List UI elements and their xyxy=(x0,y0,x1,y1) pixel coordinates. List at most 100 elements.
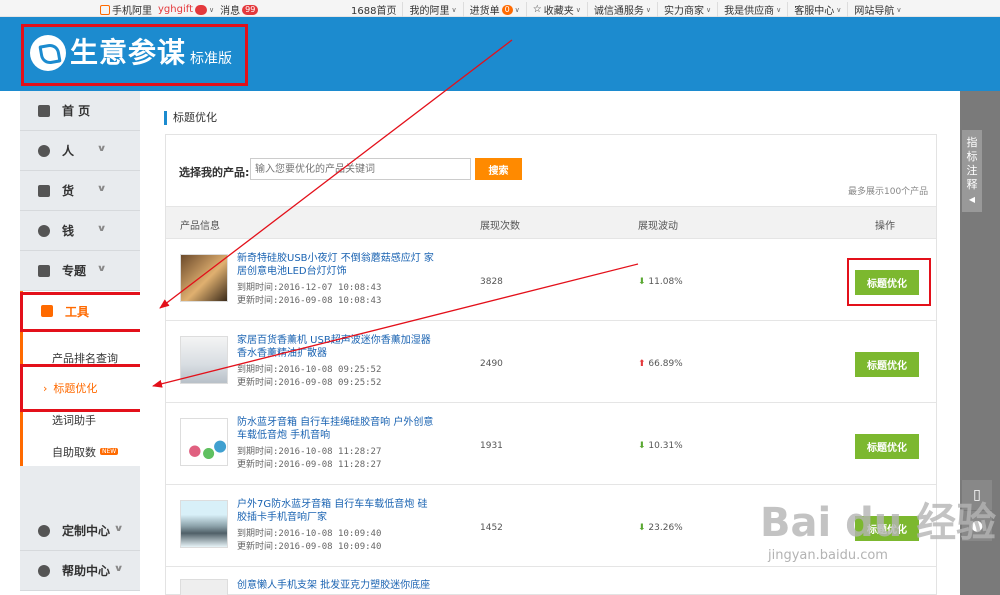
expire-time: 到期时间:2016-12-07 10:08:43 xyxy=(237,283,382,293)
sidebar-item-label: 货 xyxy=(62,184,75,198)
message-count-badge: 99 xyxy=(242,4,259,15)
sidebar-item-custom-center[interactable]: 定制中心 ∨ xyxy=(20,511,140,551)
annotation-frame-logo xyxy=(21,24,248,86)
baidu-watermark: Bai du 经验 xyxy=(760,500,997,546)
annotation-frame-tools xyxy=(20,292,152,332)
search-button[interactable]: 搜索 xyxy=(475,158,522,180)
product-search-input[interactable] xyxy=(250,158,471,180)
chevron-down-icon: ∨ xyxy=(113,524,124,534)
trend-value: ⬇ 23.26% xyxy=(638,523,683,533)
new-badge: NEW xyxy=(100,448,119,455)
product-title-link[interactable]: 防水蓝牙音箱 自行车挂绳硅胶音响 户外创意车载低音炮 手机音响 xyxy=(237,416,437,442)
baidu-watermark-url: jingyan.baidu.com xyxy=(768,548,888,563)
mobile-alibaba-link[interactable]: 手机阿里 xyxy=(100,2,152,17)
impressions-value: 2490 xyxy=(480,359,503,369)
help-icon xyxy=(38,564,50,577)
table-row: 创意懒人手机支架 批发亚克力塑胶迷你底座 xyxy=(166,567,936,595)
chevron-down-icon: ∨ xyxy=(514,5,520,14)
chevron-down-icon: ∨ xyxy=(451,5,457,14)
chevron-down-icon: ∨ xyxy=(209,5,215,14)
nav-1688-home[interactable]: 1688首页 xyxy=(345,2,404,17)
table-row: 新奇特硅胶USB小夜灯 不倒翁蘑菇感应灯 家居创意电池LED台灯灯饰 到期时间:… xyxy=(166,239,936,321)
chevron-down-icon: ∨ xyxy=(896,5,902,14)
sidebar-item-label: 钱 xyxy=(62,224,75,238)
nav-cart-label: 进货单 xyxy=(469,6,500,17)
annotation-frame-title-optimization xyxy=(20,364,150,412)
nav-supplier-label: 我是供应商 xyxy=(724,6,775,17)
home-icon xyxy=(38,104,50,117)
sidebar-item-topic[interactable]: 专题 ∨ xyxy=(20,251,140,291)
chevron-down-icon: ∨ xyxy=(96,264,107,274)
title-optimize-button[interactable]: 标题优化 xyxy=(855,434,919,459)
arrow-up-icon: ⬆ xyxy=(638,359,646,369)
sidebar-item-money[interactable]: 钱 ∨ xyxy=(20,211,140,251)
product-thumbnail[interactable] xyxy=(180,418,228,466)
nav-my-alibaba-label: 我的阿里 xyxy=(409,6,450,17)
sidebar-item-people[interactable]: 人 ∨ xyxy=(20,131,140,171)
chevron-down-icon: ∨ xyxy=(575,5,581,14)
chevron-down-icon: ∨ xyxy=(96,144,107,154)
product-thumbnail[interactable] xyxy=(180,336,228,384)
caret-left-icon: ◀ xyxy=(968,195,976,204)
max-products-note: 最多展示100个产品 xyxy=(848,187,929,197)
nav-power-merchant[interactable]: 实力商家 ∨ xyxy=(658,2,719,17)
annotation-frame-optimize-button xyxy=(847,258,931,306)
trend-percent: 66.89% xyxy=(648,359,683,369)
sidebar-item-home[interactable]: 首 页 xyxy=(20,91,140,131)
product-title-link[interactable]: 家居百货香薰机 USB超声波迷你香薰加湿器 香水香薰精油扩散器 xyxy=(237,334,437,360)
update-time: 更新时间:2016-09-08 10:08:43 xyxy=(237,296,382,306)
expire-time: 到期时间:2016-10-08 11:28:27 xyxy=(237,447,382,457)
product-thumbnail[interactable] xyxy=(180,579,228,595)
column-header-trend: 展现波动 xyxy=(638,221,678,232)
product-title-link[interactable]: 户外7G防水蓝牙音箱 自行车车载低音炮 硅胶插卡手机音响厂家 xyxy=(237,498,437,524)
arrow-down-icon: ⬇ xyxy=(638,441,646,451)
arrow-down-icon: ⬇ xyxy=(638,277,646,287)
top-bar: 手机阿里 yghgift ∨ 消息 99 1688首页 我的阿里 ∨ 进货单 0 ∨ ☆ 收… xyxy=(0,0,1000,17)
metric-notes-tab[interactable]: 指标注释 ◀ xyxy=(962,130,982,212)
messages-label: 消息 xyxy=(220,6,241,17)
messages-link[interactable]: 消息 99 xyxy=(220,2,259,17)
username-link[interactable]: yghgift ∨ xyxy=(158,4,214,15)
column-header-impressions: 展现次数 xyxy=(480,221,520,232)
nav-cart[interactable]: 进货单 0 ∨ xyxy=(464,2,527,17)
level-badge-icon xyxy=(195,4,207,15)
sidebar-item-help-center[interactable]: 帮助中心 ∨ xyxy=(20,551,140,591)
nav-site-map[interactable]: 网站导航 ∨ xyxy=(848,2,907,18)
product-thumbnail[interactable] xyxy=(180,254,228,302)
sidebar-item-label: 首 页 xyxy=(62,104,91,118)
table-row: 防水蓝牙音箱 自行车挂绳硅胶音响 户外创意车载低音炮 手机音响 到期时间:201… xyxy=(166,403,936,485)
phone-icon xyxy=(100,4,110,15)
nav-trustpass[interactable]: 诚信通服务 ∨ xyxy=(588,2,659,17)
chevron-down-icon: ∨ xyxy=(836,5,842,14)
nav-trustpass-label: 诚信通服务 xyxy=(593,6,644,17)
sidebar-item-label: 定制中心 xyxy=(62,524,111,538)
mobile-alibaba-label: 手机阿里 xyxy=(112,6,152,17)
nav-supplier[interactable]: 我是供应商 ∨ xyxy=(718,2,789,17)
sidebar-item-goods[interactable]: 货 ∨ xyxy=(20,171,140,211)
chevron-down-icon: ∨ xyxy=(706,5,712,14)
update-time: 更新时间:2016-09-08 09:25:52 xyxy=(237,378,382,388)
title-optimize-button[interactable]: 标题优化 xyxy=(855,352,919,377)
trend-percent: 10.31% xyxy=(648,441,683,451)
yen-icon xyxy=(38,224,50,237)
submenu-self-data[interactable]: 自助取数 NEW xyxy=(52,444,119,460)
product-title-link[interactable]: 创意懒人手机支架 批发亚克力塑胶迷你底座 xyxy=(237,579,437,592)
page-title: 标题优化 xyxy=(164,111,217,125)
expire-time: 到期时间:2016-10-08 10:09:40 xyxy=(237,529,382,539)
submenu-keyword-helper[interactable]: 选词助手 xyxy=(52,412,96,428)
column-header-product: 产品信息 xyxy=(180,221,220,232)
nav-my-alibaba[interactable]: 我的阿里 ∨ xyxy=(403,2,464,17)
arrow-down-icon: ⬇ xyxy=(638,523,646,533)
bag-icon xyxy=(38,184,50,197)
nav-service-center[interactable]: 客服中心 ∨ xyxy=(788,2,849,17)
nav-favorites[interactable]: ☆ 收藏夹 ∨ xyxy=(527,2,588,17)
product-title-link[interactable]: 新奇特硅胶USB小夜灯 不倒翁蘑菇感应灯 家居创意电池LED台灯灯饰 xyxy=(237,252,437,278)
update-time: 更新时间:2016-09-08 10:09:40 xyxy=(237,542,382,552)
table-header: 产品信息 展现次数 展现波动 操作 xyxy=(166,206,936,239)
nav-favorites-label: 收藏夹 xyxy=(543,6,574,17)
submenu-self-data-label: 自助取数 xyxy=(52,446,96,459)
product-thumbnail[interactable] xyxy=(180,500,228,548)
trend-percent: 23.26% xyxy=(648,523,683,533)
sidebar-item-label: 专题 xyxy=(62,264,87,278)
expire-time: 到期时间:2016-10-08 09:25:52 xyxy=(237,365,382,375)
